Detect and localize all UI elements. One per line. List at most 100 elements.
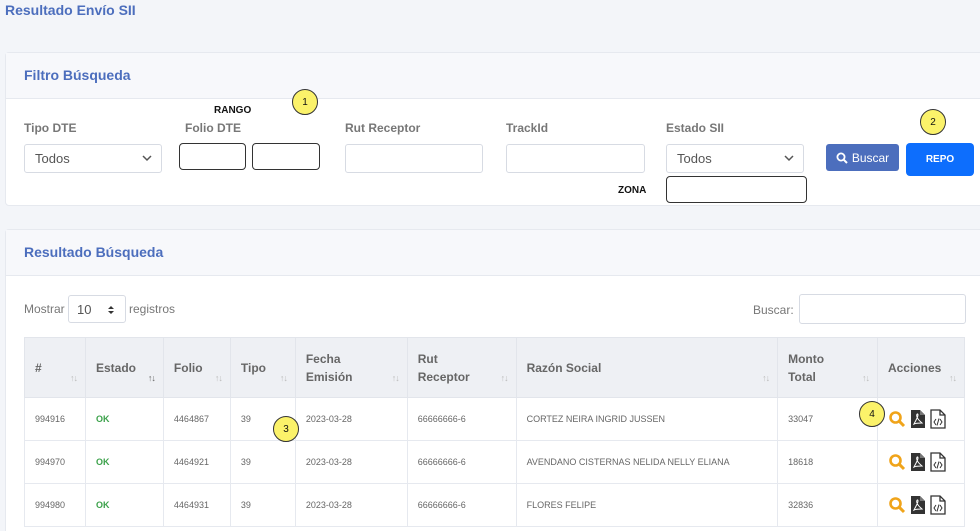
cell-fecha: 2023-03-28 bbox=[294, 440, 408, 484]
search-icon bbox=[836, 152, 848, 164]
col-acciones-label: Acciones bbox=[887, 360, 942, 375]
chevron-down-icon bbox=[784, 155, 794, 162]
show-label: Mostrar bbox=[24, 302, 65, 316]
page-title: Resultado Envío SII bbox=[5, 2, 136, 18]
cell-tipo: 39 bbox=[229, 483, 296, 527]
cell-rut: 66666666-6 bbox=[406, 397, 517, 441]
folio-to-input[interactable] bbox=[252, 143, 320, 170]
rut-receptor-label: Rut Receptor bbox=[345, 121, 421, 135]
row-actions bbox=[888, 409, 954, 429]
cell-fecha: 2023-03-28 bbox=[294, 397, 408, 441]
tipo-dte-label: Tipo DTE bbox=[24, 121, 77, 135]
col-rut-label: Rut Receptor bbox=[417, 351, 470, 384]
records-label: registros bbox=[129, 302, 176, 316]
col-razon-label: Razón Social bbox=[526, 360, 602, 375]
cell-folio: 4464921 bbox=[162, 440, 231, 484]
results-card-title: Resultado Búsqueda bbox=[6, 230, 980, 276]
pdf-icon[interactable] bbox=[910, 409, 926, 429]
estado-sii-label: Estado SII bbox=[666, 121, 725, 135]
col-folio[interactable]: Folio ↑↓ bbox=[162, 337, 231, 398]
row-actions bbox=[888, 495, 954, 515]
col-tipo-label: Tipo bbox=[240, 360, 266, 375]
col-id-label: # bbox=[35, 360, 42, 375]
col-id[interactable]: # ↑↓ bbox=[24, 337, 86, 398]
annotation-badge-2: 2 bbox=[920, 109, 946, 135]
tipo-dte-value: Todos bbox=[35, 151, 70, 166]
cell-rut: 66666666-6 bbox=[406, 483, 517, 527]
page-size-select[interactable]: 10 bbox=[68, 295, 126, 323]
col-folio-label: Folio bbox=[173, 360, 203, 375]
sort-icon: ↑↓ bbox=[214, 373, 223, 383]
col-estado-label: Estado bbox=[95, 360, 136, 375]
trackid-label: TrackId bbox=[506, 121, 549, 135]
pdf-icon[interactable] bbox=[910, 495, 926, 515]
col-monto-label: Monto Total bbox=[788, 351, 825, 384]
cell-estado: OK bbox=[84, 483, 164, 527]
table-search-input[interactable] bbox=[799, 294, 966, 324]
cell-monto: 32836 bbox=[777, 483, 878, 527]
cell-acciones bbox=[876, 397, 966, 441]
sort-updown-icon bbox=[108, 306, 114, 314]
cell-razon-social: AVENDANO CISTERNAS NELIDA NELLY ELIANA bbox=[515, 440, 779, 484]
filter-card: Filtro Búsqueda bbox=[5, 52, 980, 206]
cell-rut: 66666666-6 bbox=[406, 440, 517, 484]
cell-razon-social: FLORES FELIPE bbox=[515, 483, 779, 527]
table-row: 994970 OK 4464921 39 2023-03-28 66666666-6 AVE… bbox=[24, 440, 966, 484]
row-actions bbox=[888, 452, 954, 472]
table-row: 994980 OK 4464931 39 2023-03-28 66666666-6 FLO… bbox=[24, 483, 966, 527]
tipo-dte-select[interactable]: Todos bbox=[24, 144, 162, 173]
col-razon[interactable]: Razón Social ↑↓ bbox=[515, 337, 779, 398]
sort-icon: ↑↓ bbox=[500, 373, 509, 383]
col-tipo[interactable]: Tipo ↑↓ bbox=[229, 337, 296, 398]
xml-file-icon[interactable] bbox=[930, 495, 946, 515]
buscar-button-label: Buscar bbox=[851, 150, 890, 165]
col-estado[interactable]: Estado ↑↓ bbox=[84, 337, 164, 398]
cell-razon-social: CORTEZ NEIRA INGRID JUSSEN bbox=[515, 397, 779, 441]
sort-icon: ↑↓ bbox=[69, 373, 78, 383]
sort-icon: ↑↓ bbox=[762, 373, 770, 383]
zona-note: ZONA bbox=[618, 185, 647, 196]
xml-file-icon[interactable] bbox=[930, 409, 946, 429]
filter-card-title: Filtro Búsqueda bbox=[6, 53, 980, 99]
repo-button[interactable]: REPO bbox=[906, 143, 974, 176]
cell-acciones bbox=[876, 440, 966, 484]
cell-estado: OK bbox=[84, 397, 164, 441]
magnifier-icon[interactable] bbox=[888, 453, 906, 471]
folio-from-input[interactable] bbox=[179, 143, 246, 170]
cell-id: 994970 bbox=[24, 440, 86, 484]
col-rut[interactable]: Rut Receptor ↑↓ bbox=[406, 337, 517, 398]
cell-folio: 4464867 bbox=[162, 397, 231, 441]
table-header-row: # ↑↓ Estado ↑↓ Folio ↑↓ Tipo ↑↓ Fecha Emisió… bbox=[24, 337, 966, 398]
rango-note: RANGO bbox=[214, 105, 252, 116]
chevron-down-icon bbox=[142, 155, 152, 162]
estado-sii-select[interactable]: Todos bbox=[666, 144, 804, 173]
pdf-icon[interactable] bbox=[910, 452, 926, 472]
cell-acciones bbox=[876, 483, 966, 527]
col-fecha-label: Fecha Emisión bbox=[305, 351, 353, 384]
buscar-button[interactable]: Buscar bbox=[826, 144, 899, 171]
annotation-badge-3: 3 bbox=[273, 416, 299, 442]
estado-sii-value: Todos bbox=[677, 151, 712, 166]
folio-dte-label: Folio DTE bbox=[185, 121, 241, 135]
trackid-input[interactable] bbox=[506, 144, 645, 173]
sort-icon: ↑↓ bbox=[861, 373, 870, 383]
col-acciones[interactable]: Acciones ↑↓ bbox=[876, 337, 966, 398]
rut-receptor-input[interactable] bbox=[345, 144, 483, 173]
cell-monto: 18618 bbox=[777, 440, 878, 484]
cell-id: 994980 bbox=[24, 483, 86, 527]
magnifier-icon[interactable] bbox=[888, 410, 906, 428]
annotation-badge-4: 4 bbox=[859, 401, 885, 427]
col-fecha[interactable]: Fecha Emisión ↑↓ bbox=[294, 337, 408, 398]
col-monto[interactable]: Monto Total ↑↓ bbox=[777, 337, 878, 398]
results-table: # ↑↓ Estado ↑↓ Folio ↑↓ Tipo ↑↓ Fecha Emisió… bbox=[24, 337, 966, 527]
table-search-label: Buscar: bbox=[753, 303, 794, 317]
sort-icon: ↑↓ bbox=[949, 373, 957, 383]
zona-input[interactable] bbox=[666, 176, 807, 203]
cell-folio: 4464931 bbox=[162, 483, 231, 527]
xml-file-icon[interactable] bbox=[930, 452, 946, 472]
annotation-badge-1: 1 bbox=[292, 89, 318, 115]
sort-icon: ↑↓ bbox=[147, 373, 156, 383]
cell-estado: OK bbox=[84, 440, 164, 484]
page-size-value: 10 bbox=[77, 302, 92, 317]
magnifier-icon[interactable] bbox=[888, 496, 906, 514]
